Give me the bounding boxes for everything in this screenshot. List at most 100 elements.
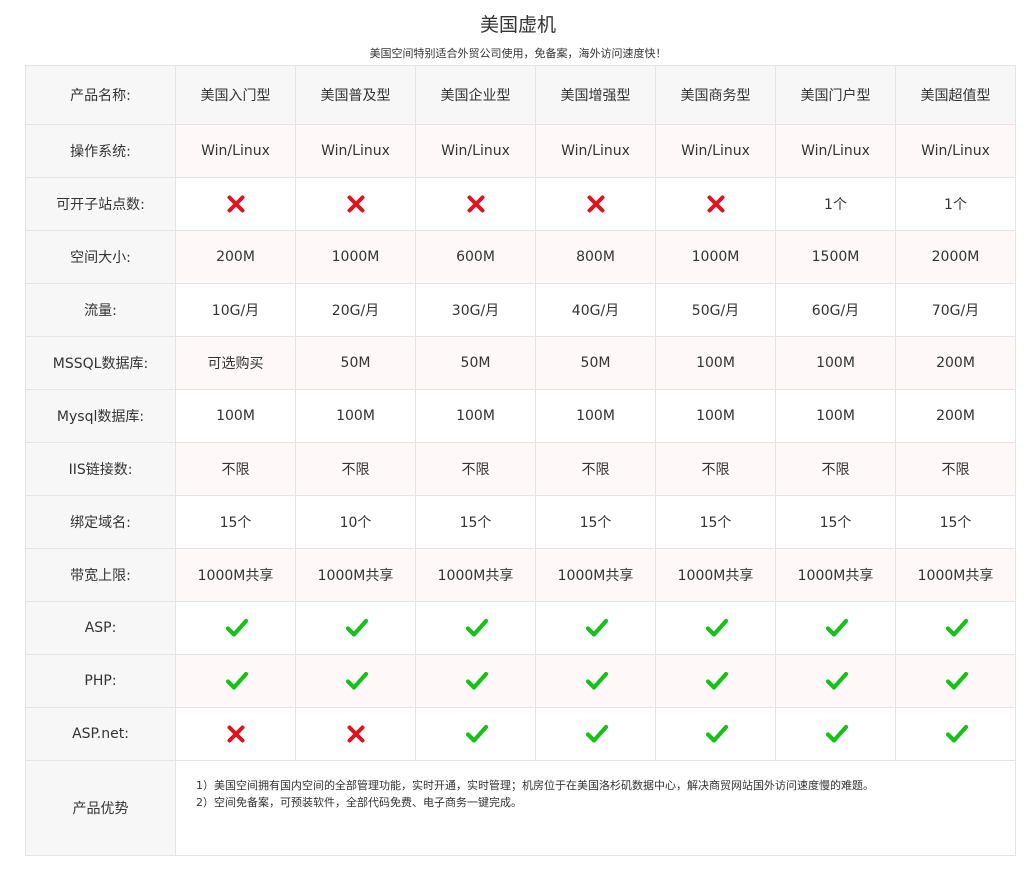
table-row: 绑定域名: 15个 10个 15个 15个 15个 15个 15个 — [25, 495, 1016, 549]
product-name-header: 美国企业型 — [415, 65, 536, 125]
check-icon — [705, 724, 728, 744]
table-cell: 不限 — [775, 442, 896, 496]
table-cell: 50M — [535, 336, 656, 390]
table-cell: 10G/月 — [175, 283, 296, 337]
table-cell: 100M — [295, 389, 416, 443]
product-comparison-table: 产品名称: 美国入门型 美国普及型 美国企业型 美国增强型 美国商务型 美国门户型 美国超值… — [25, 65, 1016, 856]
table-cell: 200M — [175, 230, 296, 284]
table-row: IIS链接数: 不限 不限 不限 不限 不限 不限 不限 — [25, 442, 1016, 496]
table-cell: 100M — [415, 389, 536, 443]
table-cell: 30G/月 — [415, 283, 536, 337]
check-icon — [945, 724, 968, 744]
table-row: 操作系统: Win/Linux Win/Linux Win/Linux Win/Linu… — [25, 124, 1016, 178]
table-cell: 1500M — [775, 230, 896, 284]
table-cell: 1000M — [655, 230, 776, 284]
table-cell — [775, 601, 896, 655]
check-icon — [825, 618, 848, 638]
table-cell: 10个 — [295, 495, 416, 549]
table-cell: 不限 — [535, 442, 656, 496]
table-cell — [535, 654, 656, 708]
page-subtitle: 美国空间特别适合外贸公司使用，免备案，海外访问速度快！ — [369, 47, 667, 60]
row-label: MSSQL数据库: — [25, 336, 176, 390]
table-cell — [535, 177, 656, 231]
table-cell: 1个 — [775, 177, 896, 231]
table-cell — [175, 601, 296, 655]
cross-icon — [466, 194, 486, 214]
table-cell — [415, 177, 536, 231]
check-icon — [825, 671, 848, 691]
table-cell: 15个 — [655, 495, 776, 549]
table-cell — [415, 707, 536, 761]
table-row: Mysql数据库: 100M 100M 100M 100M 100M 100M 200M — [25, 389, 1016, 443]
table-cell: 100M — [775, 389, 896, 443]
check-icon — [345, 618, 368, 638]
check-icon — [225, 671, 248, 691]
table-cell: 1000M共享 — [415, 548, 536, 602]
check-icon — [585, 671, 608, 691]
table-cell: 不限 — [175, 442, 296, 496]
table-cell: 50G/月 — [655, 283, 776, 337]
table-cell: 1000M共享 — [295, 548, 416, 602]
table-cell: Win/Linux — [175, 124, 296, 178]
product-name-header: 美国超值型 — [895, 65, 1016, 125]
table-cell: Win/Linux — [415, 124, 536, 178]
table-cell — [775, 707, 896, 761]
table-row: PHP: — [25, 654, 1016, 708]
cross-icon — [346, 724, 366, 744]
row-label: 可开子站点数: — [25, 177, 176, 231]
table-cell: 15个 — [415, 495, 536, 549]
table-cell: 不限 — [655, 442, 776, 496]
cross-icon — [346, 194, 366, 214]
table-cell — [415, 601, 536, 655]
table-cell: 100M — [655, 336, 776, 390]
table-cell: 60G/月 — [775, 283, 896, 337]
row-label: PHP: — [25, 654, 176, 708]
table-cell — [655, 601, 776, 655]
table-cell: 200M — [895, 336, 1016, 390]
product-name-header: 美国增强型 — [535, 65, 656, 125]
product-name-header: 美国入门型 — [175, 65, 296, 125]
check-icon — [345, 671, 368, 691]
table-cell — [895, 601, 1016, 655]
table-cell — [655, 177, 776, 231]
table-cell — [175, 707, 296, 761]
row-label: Mysql数据库: — [25, 389, 176, 443]
row-label: 带宽上限: — [25, 548, 176, 602]
corner-label: 产品名称: — [25, 65, 176, 125]
product-name-header: 美国商务型 — [655, 65, 776, 125]
table-cell: 15个 — [895, 495, 1016, 549]
table-cell: 不限 — [295, 442, 416, 496]
table-cell: 50M — [415, 336, 536, 390]
table-cell: 100M — [775, 336, 896, 390]
advantage-line: 2）空间免备案，可预装软件，全部代码免费、电子商务一键完成。 — [196, 796, 522, 809]
page-title: 美国虚机 — [479, 14, 556, 36]
table-cell: Win/Linux — [655, 124, 776, 178]
table-cell: Win/Linux — [775, 124, 896, 178]
table-cell: Win/Linux — [295, 124, 416, 178]
table-cell: 100M — [175, 389, 296, 443]
table-cell: 可选购买 — [175, 336, 296, 390]
table-cell: 800M — [535, 230, 656, 284]
check-icon — [705, 618, 728, 638]
table-cell: 100M — [535, 389, 656, 443]
table-cell: 1个 — [895, 177, 1016, 231]
advantages-label: 产品优势 — [25, 760, 176, 856]
advantage-line: 1）美国空间拥有国内空间的全部管理功能，实时开通，实时管理；机房位于在美国洛杉矶… — [196, 779, 874, 792]
advantages-text: 1）美国空间拥有国内空间的全部管理功能，实时开通，实时管理；机房位于在美国洛杉矶… — [175, 760, 1016, 856]
cross-icon — [226, 194, 246, 214]
cross-icon — [586, 194, 606, 214]
table-cell: 不限 — [415, 442, 536, 496]
advantages-row: 产品优势 1）美国空间拥有国内空间的全部管理功能，实时开通，实时管理；机房位于在美… — [25, 760, 1016, 856]
row-label: ASP: — [25, 601, 176, 655]
check-icon — [585, 724, 608, 744]
table-cell: 40G/月 — [535, 283, 656, 337]
table-cell — [655, 707, 776, 761]
check-icon — [225, 618, 248, 638]
table-cell: 1000M共享 — [655, 548, 776, 602]
table-cell: Win/Linux — [895, 124, 1016, 178]
table-cell — [295, 707, 416, 761]
table-cell: 600M — [415, 230, 536, 284]
table-cell: 50M — [295, 336, 416, 390]
table-row: ASP: — [25, 601, 1016, 655]
table-cell: 15个 — [535, 495, 656, 549]
